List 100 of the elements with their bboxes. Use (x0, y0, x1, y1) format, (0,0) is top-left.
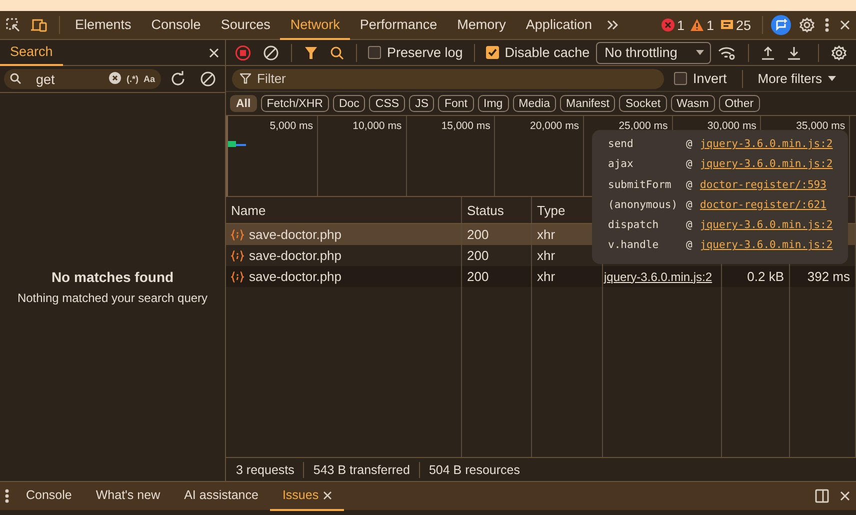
search-icon[interactable] (330, 46, 344, 60)
more-tabs-icon[interactable] (606, 19, 619, 31)
type-filter-chip[interactable]: Other (718, 95, 760, 112)
filter-field[interactable]: Filter (232, 68, 664, 88)
close-icon[interactable] (839, 19, 851, 31)
device-toolbar-icon[interactable] (31, 18, 49, 32)
issue-counter[interactable]: 25 (720, 18, 751, 32)
search-field[interactable]: get (.*) Aa (4, 69, 161, 89)
type-filter-chip[interactable]: Fetch/XHR (260, 95, 329, 112)
search-icon (10, 72, 21, 84)
type-filter-chip[interactable]: Wasm (670, 95, 715, 112)
source-link[interactable]: jquery-3.6.0.min.js:2 (700, 138, 833, 150)
type-filter-chip[interactable]: All (230, 95, 257, 112)
drawer-tab[interactable]: Console (14, 482, 84, 510)
table-row[interactable]: save-doctor.php 200 xhr jquery-3.6.0.min.js:2 0.2 kB 392 ms (226, 266, 856, 287)
waterfall-bar-drawing (228, 141, 246, 148)
issue-counter[interactable]: 1 (690, 18, 714, 32)
throttling-dropdown[interactable]: No throttling (596, 42, 711, 64)
more-options-icon[interactable] (5, 489, 9, 503)
tick-label: 30,000 ms (707, 120, 756, 132)
warning-icon (690, 18, 704, 32)
network-conditions-icon[interactable] (718, 46, 736, 60)
issue-counter[interactable]: 1 (660, 18, 684, 32)
upload-icon[interactable] (760, 46, 775, 60)
message-icon (720, 18, 734, 32)
tick-label: 35,000 ms (796, 120, 846, 132)
inspect-element-icon[interactable] (5, 17, 21, 33)
checkbox[interactable]: Disable cache (482, 45, 594, 60)
search-tab[interactable]: Search (0, 40, 63, 66)
refresh-icon[interactable] (170, 71, 186, 87)
tick-label: 25,000 ms (618, 120, 668, 132)
checkbox[interactable]: Invert (670, 71, 731, 86)
panel-tab[interactable]: Sources (210, 10, 280, 40)
match-case-toggle[interactable]: Aa (143, 74, 155, 84)
type-filter-chip[interactable]: Media (512, 95, 556, 112)
panel-tab[interactable]: Elements (65, 10, 142, 40)
ai-assistant-icon[interactable] (771, 15, 791, 35)
tick-label: 20,000 ms (530, 120, 580, 132)
settings-icon[interactable] (831, 44, 847, 60)
type-filter-chip[interactable]: Img (478, 95, 509, 112)
function-name: (anonymous) (608, 198, 679, 211)
regex-toggle[interactable]: (.*) (126, 74, 138, 84)
table-cell: xhr (537, 269, 556, 284)
table-cell: xhr (537, 248, 556, 263)
at-sign: @ (686, 198, 694, 211)
panel-tab[interactable]: Application (516, 10, 602, 40)
tick-label: 10,000 ms (352, 120, 402, 132)
source-link[interactable]: jquery-3.6.0.min.js:2 (700, 158, 833, 170)
source-link[interactable]: doctor-register/:621 (700, 198, 826, 211)
clear-icon[interactable] (263, 44, 279, 60)
close-icon[interactable] (208, 46, 220, 58)
source-link[interactable]: doctor-register/:593 (700, 178, 826, 191)
status-text: 543 B transferred (313, 462, 410, 476)
settings-icon[interactable] (799, 17, 815, 33)
stop-recording-icon[interactable] (235, 44, 251, 60)
filter-icon[interactable] (304, 46, 318, 60)
close-icon[interactable] (322, 490, 332, 500)
type-filter-chip[interactable]: JS (409, 95, 434, 112)
drawer-tab[interactable]: AI assistance (172, 482, 270, 510)
checkbox[interactable]: Preserve log (364, 45, 467, 60)
checkmark-icon (488, 48, 497, 57)
function-name: submitForm (608, 178, 672, 191)
filter-icon (240, 73, 251, 84)
type-filter-chip[interactable]: Socket (619, 95, 667, 112)
error-icon (660, 18, 675, 32)
clear-icon[interactable] (109, 72, 122, 84)
xhr-icon (231, 270, 244, 282)
table-cell: 200 (467, 248, 489, 263)
panel-tab[interactable]: Console (141, 10, 211, 40)
table-cell: 200 (467, 227, 489, 242)
table-cell: save-doctor.php (249, 248, 342, 263)
empty-title: No matches found (51, 269, 174, 285)
type-filter-chip[interactable]: Manifest (560, 95, 616, 112)
panel-tab[interactable]: Network (280, 10, 350, 40)
at-sign: @ (686, 158, 694, 170)
clear-icon[interactable] (200, 71, 216, 87)
function-name: send (608, 138, 634, 150)
type-filter-chip[interactable]: Font (438, 95, 474, 112)
filter-input[interactable]: Filter (257, 71, 656, 86)
initiator-link[interactable]: jquery-3.6.0.min.js:2 (604, 270, 712, 284)
caret-icon (696, 50, 704, 55)
drawer-tab[interactable]: What's new (84, 482, 172, 510)
more-filters-button[interactable]: More filters (754, 71, 840, 86)
panel-tab[interactable]: Performance (350, 10, 448, 40)
panel-tab[interactable]: Memory (447, 10, 516, 40)
xhr-icon (231, 228, 244, 240)
table-cell: 200 (467, 269, 489, 284)
column-header[interactable]: Name (226, 197, 462, 223)
table-cell: 392 ms (807, 269, 850, 284)
more-options-icon[interactable] (825, 18, 829, 32)
caret-icon (828, 76, 836, 81)
close-icon[interactable] (839, 490, 851, 502)
status-text: 504 B resources (428, 462, 520, 476)
at-sign: @ (686, 178, 694, 191)
status-text: 3 requests (236, 462, 294, 476)
type-filter-chip[interactable]: Doc (332, 95, 366, 112)
column-header[interactable]: Status (462, 197, 532, 223)
type-filter-chip[interactable]: CSS (369, 95, 406, 112)
download-icon[interactable] (786, 46, 801, 60)
dock-side-icon[interactable] (815, 489, 829, 503)
